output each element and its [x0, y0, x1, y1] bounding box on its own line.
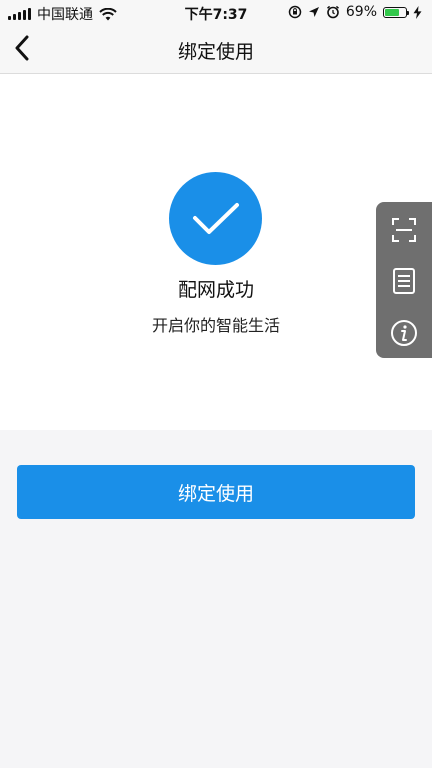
- success-title: 配网成功: [177, 279, 254, 301]
- alarm-icon: [326, 5, 339, 19]
- charging-icon: [413, 5, 422, 19]
- info-button[interactable]: [388, 317, 420, 349]
- nav-bar: 绑定使用: [0, 24, 432, 74]
- side-toolbar: [376, 202, 432, 358]
- success-badge: [169, 172, 262, 265]
- document-button[interactable]: [388, 265, 420, 297]
- battery-level: [385, 8, 399, 16]
- battery-icon: [383, 6, 409, 18]
- result-card: 配网成功 开启你的智能生活: [0, 74, 432, 430]
- page-title: 绑定使用: [177, 41, 254, 63]
- bind-use-button[interactable]: 绑定使用: [17, 465, 415, 519]
- info-icon: [391, 320, 417, 346]
- status-bar: 中国联通 下午7:37 69%: [0, 0, 432, 24]
- location-icon: [308, 7, 319, 17]
- status-right: 69%: [288, 4, 422, 20]
- scan-icon: [392, 218, 416, 242]
- document-icon: [393, 268, 415, 294]
- checkmark-icon: [192, 202, 239, 234]
- battery-percent: 69%: [345, 4, 377, 20]
- scan-button[interactable]: [388, 214, 420, 246]
- orientation-lock-icon: [288, 5, 302, 19]
- success-subtitle: 开启你的智能生活: [151, 316, 280, 335]
